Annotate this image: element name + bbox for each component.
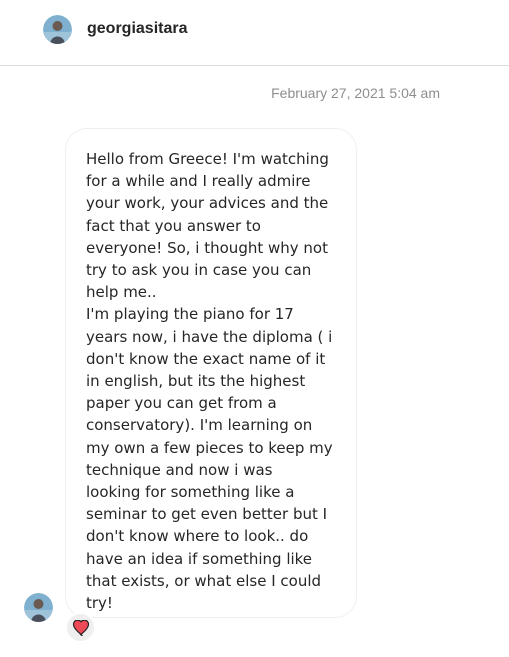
message-bubble[interactable]: Hello from Greece! I'm watching for a wh… [65, 128, 357, 618]
message-timestamp: February 27, 2021 5:04 am [271, 85, 440, 101]
chat-username[interactable]: georgiasitara [87, 20, 187, 38]
message-text: Hello from Greece! I'm watching for a wh… [86, 150, 333, 613]
profile-avatar-icon[interactable] [43, 15, 72, 44]
red-heart-icon [72, 619, 89, 636]
sender-avatar-icon[interactable] [24, 593, 53, 622]
chat-header: georgiasitara [0, 0, 509, 66]
heart-reaction[interactable] [65, 612, 96, 643]
